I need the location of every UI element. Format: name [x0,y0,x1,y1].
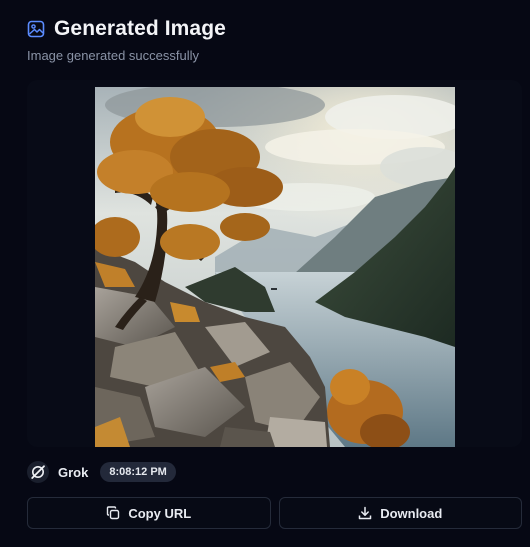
generated-image-card: Generated Image Image generated successf… [0,0,530,547]
grok-logo-icon [27,461,49,483]
timestamp-badge: 8:08:12 PM [100,462,176,482]
generation-meta: Grok 8:08:12 PM [27,459,176,485]
download-label: Download [380,505,443,521]
status-subtitle: Image generated successfully [27,48,199,63]
page-title: Generated Image [54,17,226,40]
download-button[interactable]: Download [278,497,522,529]
action-buttons: Copy URL Download [27,497,522,529]
generated-image[interactable] [95,87,455,447]
title-row: Generated Image [27,17,226,41]
copy-icon [106,506,120,520]
copy-url-label: Copy URL [128,505,192,521]
download-icon [358,506,372,520]
image-panel [27,80,522,447]
copy-url-button[interactable]: Copy URL [27,497,271,529]
card-header: Generated Image Image generated successf… [27,17,226,63]
image-icon [27,20,45,38]
model-name: Grok [58,464,89,480]
